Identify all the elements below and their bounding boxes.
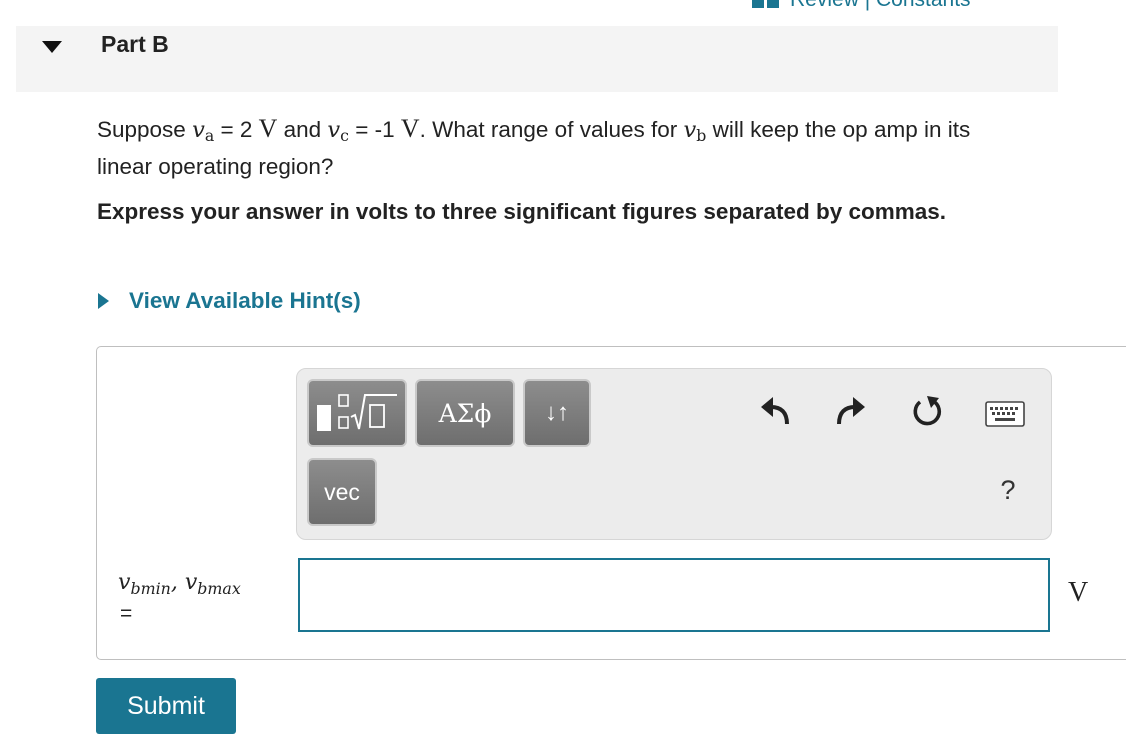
greek-symbols-button[interactable]: ΑΣϕ (415, 379, 515, 447)
view-hints-toggle[interactable]: View Available Hint(s) (97, 288, 361, 314)
answer-instruction: Express your answer in volts to three si… (97, 199, 947, 224)
reset-icon[interactable] (909, 394, 945, 430)
vb-symbol: vb (683, 117, 707, 145)
part-header[interactable] (16, 26, 1058, 92)
view-hints-label[interactable]: View Available Hint(s) (129, 288, 361, 314)
redo-icon[interactable] (833, 394, 867, 428)
math-toolbar: ΑΣϕ ↓↑ vec ? (296, 368, 1052, 540)
keyboard-icon[interactable] (985, 401, 1025, 427)
review-constants-link[interactable]: Review | Constants (752, 0, 971, 12)
review-constants-label[interactable]: Review | Constants (790, 0, 971, 12)
submit-button[interactable]: Submit (96, 678, 236, 734)
templates-button[interactable] (307, 379, 407, 447)
vc-symbol: vc (327, 117, 349, 145)
undo-icon[interactable] (759, 394, 793, 428)
arrows-button[interactable]: ↓↑ (523, 379, 591, 447)
va-symbol: va (192, 117, 215, 145)
help-button[interactable]: ? (995, 473, 1021, 507)
part-title: Part B (101, 31, 169, 57)
answer-equals-sign: = (120, 602, 133, 625)
question-text: Suppose va = 2 V and vc = -1 V. What ran… (97, 114, 971, 179)
fraction-root-template-icon (317, 394, 397, 431)
vector-button[interactable]: vec (307, 458, 377, 526)
expand-triangle-icon (98, 293, 109, 309)
unit-label: V (1068, 577, 1089, 608)
answer-input[interactable] (298, 558, 1050, 632)
collapse-triangle-icon[interactable] (40, 39, 64, 55)
answer-variable-label: vbmin, vbmax (118, 570, 241, 598)
book-icon (752, 0, 779, 8)
